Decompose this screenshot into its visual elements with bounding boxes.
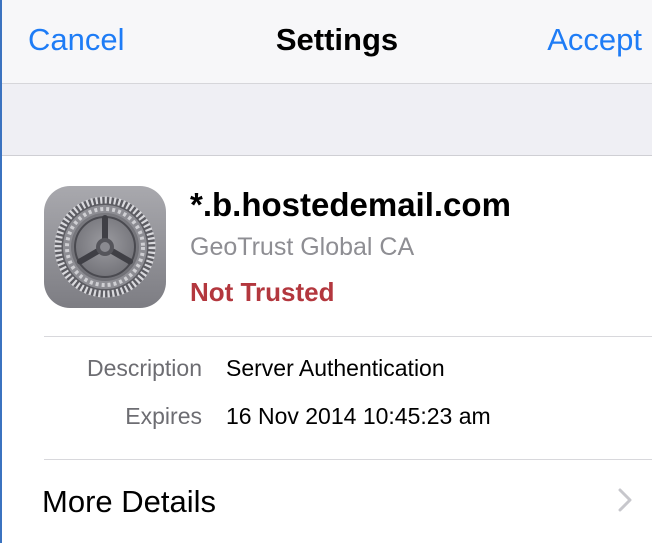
- certificate-settings-screen: Cancel Settings Accept *.b.hostedemail.c…: [0, 0, 652, 543]
- certificate-issuer: GeoTrust Global CA: [190, 233, 415, 261]
- expires-value: 16 Nov 2014 10:45:23 am: [226, 403, 491, 429]
- accept-button[interactable]: Accept: [547, 22, 642, 58]
- more-details-label: More Details: [42, 484, 216, 519]
- more-details-row[interactable]: More Details: [2, 460, 652, 543]
- section-spacer: [2, 84, 652, 156]
- description-label: Description: [86, 355, 202, 381]
- description-value: Server Authentication: [226, 355, 445, 381]
- settings-gear-icon: [44, 186, 166, 308]
- trust-status-label: Not Trusted: [190, 277, 335, 307]
- chevron-right-icon: [618, 488, 632, 517]
- divider: [44, 336, 652, 337]
- navigation-bar: Cancel Settings Accept: [2, 0, 652, 84]
- expires-label: Expires: [125, 403, 202, 429]
- certificate-name: *.b.hostedemail.com: [190, 186, 511, 223]
